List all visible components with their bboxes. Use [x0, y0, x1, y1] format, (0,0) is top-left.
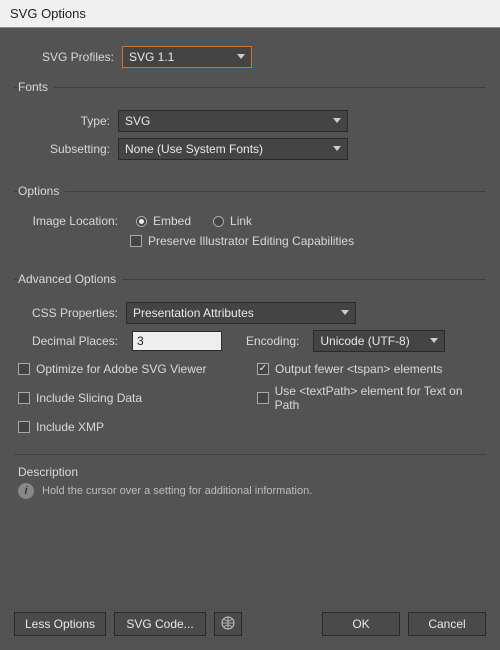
preserve-editing-checkbox[interactable]: Preserve Illustrator Editing Capabilitie… [130, 234, 354, 248]
dropdown-icon [237, 54, 245, 60]
use-textpath-checkbox[interactable]: Use <textPath> element for Text on Path [257, 384, 482, 412]
description-text: Hold the cursor over a setting for addit… [42, 485, 312, 497]
image-location-link-radio[interactable]: Link [213, 214, 252, 228]
preserve-editing-label: Preserve Illustrator Editing Capabilitie… [148, 234, 354, 248]
css-properties-select[interactable]: Presentation Attributes [126, 302, 356, 324]
options-group: Options Image Location: Embed Link Prese… [14, 184, 486, 260]
encoding-select[interactable]: Unicode (UTF-8) [313, 330, 445, 352]
encoding-label: Encoding: [228, 334, 307, 348]
description-legend: Description [18, 465, 84, 479]
fonts-legend: Fonts [18, 80, 54, 94]
svg-code-button[interactable]: SVG Code... [114, 612, 206, 636]
window-titlebar: SVG Options [0, 0, 500, 28]
advanced-legend: Advanced Options [18, 272, 122, 286]
less-options-button[interactable]: Less Options [14, 612, 106, 636]
font-type-label: Type: [18, 114, 118, 128]
globe-icon [221, 616, 235, 633]
advanced-options-group: Advanced Options CSS Properties: Present… [14, 272, 486, 440]
include-xmp-label: Include XMP [36, 420, 104, 434]
svg-profiles-label: SVG Profiles: [14, 50, 122, 64]
include-slicing-label: Include Slicing Data [36, 391, 142, 405]
embed-label: Embed [153, 214, 191, 228]
info-icon: i [18, 483, 34, 499]
preview-globe-button[interactable] [214, 612, 242, 636]
fonts-group: Fonts Type: SVG Subsetting: None (Use Sy… [14, 80, 486, 172]
css-properties-value: Presentation Attributes [133, 306, 254, 320]
include-slicing-checkbox[interactable]: Include Slicing Data [18, 384, 243, 412]
svg-profiles-select[interactable]: SVG 1.1 [122, 46, 252, 68]
window-title: SVG Options [10, 6, 86, 21]
description-group: Description i Hold the cursor over a set… [14, 454, 486, 529]
css-properties-label: CSS Properties: [18, 306, 126, 320]
cancel-button[interactable]: Cancel [408, 612, 486, 636]
encoding-value: Unicode (UTF-8) [320, 334, 409, 348]
svg-profiles-value: SVG 1.1 [129, 50, 174, 64]
subsetting-select[interactable]: None (Use System Fonts) [118, 138, 348, 160]
image-location-embed-radio[interactable]: Embed [136, 214, 191, 228]
dropdown-icon [430, 338, 438, 344]
font-type-select[interactable]: SVG [118, 110, 348, 132]
link-label: Link [230, 214, 252, 228]
image-location-label: Image Location: [18, 214, 126, 228]
use-textpath-label: Use <textPath> element for Text on Path [275, 384, 482, 412]
include-xmp-checkbox[interactable]: Include XMP [18, 420, 243, 434]
subsetting-value: None (Use System Fonts) [125, 142, 263, 156]
decimal-places-label: Decimal Places: [18, 334, 126, 348]
decimal-places-input[interactable] [132, 331, 222, 351]
dialog-footer: Less Options SVG Code... OK Cancel [14, 612, 486, 636]
dropdown-icon [333, 118, 341, 124]
optimize-label: Optimize for Adobe SVG Viewer [36, 362, 207, 376]
optimize-svg-viewer-checkbox[interactable]: Optimize for Adobe SVG Viewer [18, 362, 243, 376]
output-tspan-label: Output fewer <tspan> elements [275, 362, 442, 376]
output-tspan-checkbox[interactable]: Output fewer <tspan> elements [257, 362, 482, 376]
options-legend: Options [18, 184, 65, 198]
subsetting-label: Subsetting: [18, 142, 118, 156]
ok-button[interactable]: OK [322, 612, 400, 636]
dropdown-icon [341, 310, 349, 316]
font-type-value: SVG [125, 114, 150, 128]
dropdown-icon [333, 146, 341, 152]
